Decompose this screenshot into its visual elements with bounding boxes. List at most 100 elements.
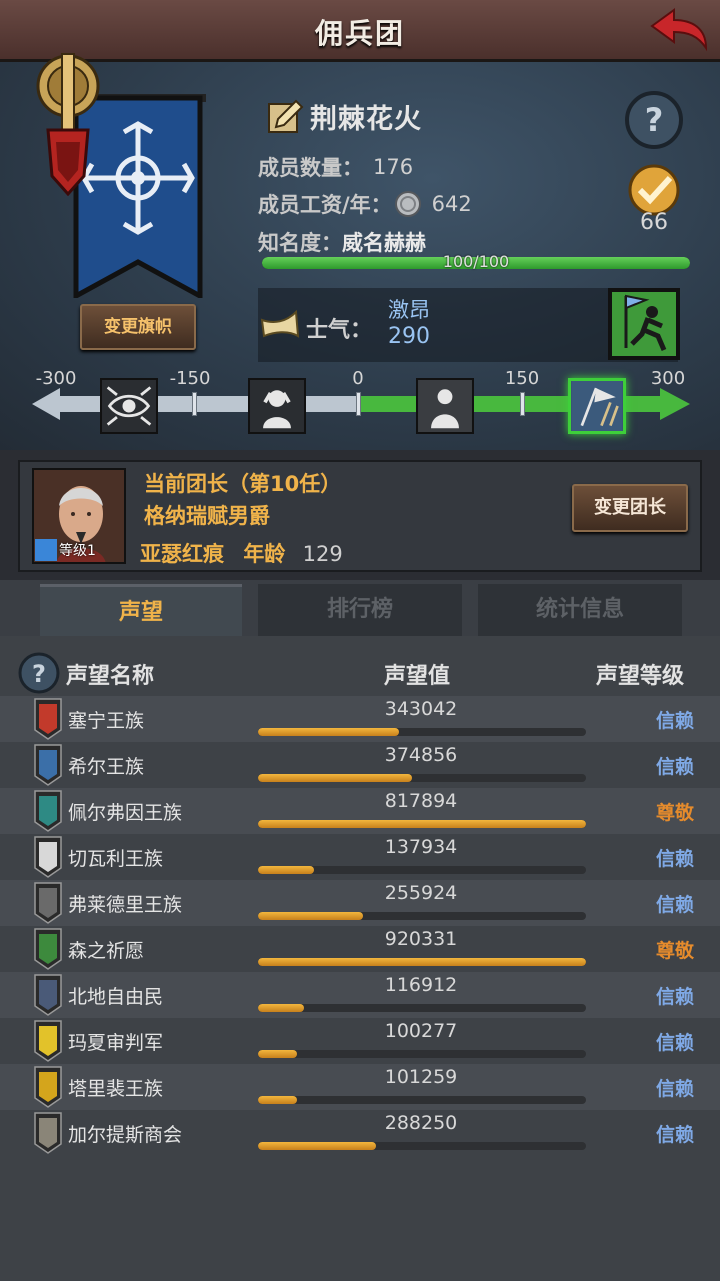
reputation-row[interactable]: 佩尔弗因王族 817894 尊敬 xyxy=(0,788,720,834)
member-count-value: 176 xyxy=(373,155,414,179)
back-arrow-icon[interactable] xyxy=(648,6,710,52)
scale-arrow-right xyxy=(660,388,690,420)
morale-flag-runner-icon[interactable] xyxy=(608,288,680,360)
faction-value: 920331 xyxy=(384,928,458,950)
reputation-row[interactable]: 希尔王族 374856 信赖 xyxy=(0,742,720,788)
faction-progress-bar xyxy=(258,774,586,782)
faction-progress-fill xyxy=(258,728,400,736)
leader-portrait[interactable]: 等级1 xyxy=(32,468,126,564)
faction-progress-bar xyxy=(258,1050,586,1058)
faction-name: 希尔王族 xyxy=(68,756,145,778)
reputation-list: 塞宁王族 343042 信赖 希尔王族 374856 信赖 佩尔弗因王族 817894 尊敬 切瓦… xyxy=(0,696,720,1156)
svg-text:?: ? xyxy=(645,101,664,139)
flag-icon[interactable] xyxy=(568,378,626,434)
reputation-row[interactable]: 加尔提斯商会 288250 信赖 xyxy=(0,1110,720,1156)
faction-shield-icon xyxy=(34,698,62,740)
faction-progress-fill xyxy=(258,1050,298,1058)
guild-name: 荆棘花火 xyxy=(310,103,422,135)
rank-badge[interactable]: 66 xyxy=(620,162,688,238)
salary-label: 成员工资/年： xyxy=(258,193,392,217)
faction-value: 137934 xyxy=(384,836,458,858)
scale-tick xyxy=(356,392,361,416)
reputation-row[interactable]: 塞宁王族 343042 信赖 xyxy=(0,696,720,742)
faction-shield-icon xyxy=(34,974,62,1016)
faction-value: 817894 xyxy=(384,790,458,812)
leader-age-label: 年龄 xyxy=(243,542,286,566)
faction-value: 374856 xyxy=(384,744,458,766)
faction-progress-fill xyxy=(258,1004,304,1012)
eye-icon[interactable] xyxy=(100,378,158,434)
help-question-icon[interactable]: ? xyxy=(18,652,60,694)
scale-label-neg150: -150 xyxy=(169,368,211,389)
faction-shield-icon xyxy=(34,744,62,786)
morale-label: 士气： xyxy=(306,318,373,343)
tab-ranking[interactable]: 排行榜 xyxy=(258,584,462,636)
member-count-label: 成员数量： xyxy=(258,156,363,180)
change-leader-button[interactable]: 变更团长 xyxy=(572,484,688,532)
faction-name: 佩尔弗因王族 xyxy=(68,802,183,824)
leader-info: 亚瑟红痕 年龄 129 xyxy=(140,538,343,568)
faction-level: 信赖 xyxy=(655,756,694,778)
reputation-row[interactable]: 弗莱德里王族 255924 信赖 xyxy=(0,880,720,926)
reputation-row[interactable]: 北地自由民 116912 信赖 xyxy=(0,972,720,1018)
faction-progress-bar xyxy=(258,728,586,736)
change-banner-button[interactable]: 变更旗帜 xyxy=(80,304,196,350)
faction-value: 343042 xyxy=(384,698,458,720)
scale-label-min: -300 xyxy=(35,368,77,389)
morale-state: 激昂 xyxy=(388,298,430,322)
faction-level: 信赖 xyxy=(655,1032,694,1054)
faction-shield-icon xyxy=(34,1112,62,1154)
reputation-row[interactable]: 塔里裴王族 101259 信赖 xyxy=(0,1064,720,1110)
tab-statistics[interactable]: 统计信息 xyxy=(478,584,682,636)
sword-emblem-icon xyxy=(36,53,100,196)
faction-name: 塔里裴王族 xyxy=(68,1078,164,1100)
faction-name: 加尔提斯商会 xyxy=(68,1124,183,1146)
reputation-row[interactable]: 森之祈愿 920331 尊敬 xyxy=(0,926,720,972)
faction-progress-fill xyxy=(258,774,413,782)
faction-progress-fill xyxy=(258,912,363,920)
help-question-icon[interactable]: ? xyxy=(624,90,684,150)
faction-progress-bar xyxy=(258,1142,586,1150)
morale-value: 290 xyxy=(388,324,430,349)
faction-name: 北地自由民 xyxy=(68,986,164,1008)
faction-name: 森之祈愿 xyxy=(68,940,145,962)
edit-name-icon[interactable] xyxy=(266,97,304,135)
leader-level: 等级1 xyxy=(59,543,96,559)
faction-shield-icon xyxy=(34,790,62,832)
rank-badge-value: 66 xyxy=(640,210,668,235)
faction-level: 尊敬 xyxy=(655,940,694,962)
column-header-value: 声望值 xyxy=(384,664,451,689)
faction-name: 弗莱德里王族 xyxy=(68,894,183,916)
faction-name: 玛夏审判军 xyxy=(68,1032,164,1054)
reputation-row[interactable]: 玛夏审判军 100277 信赖 xyxy=(0,1018,720,1064)
tab-bar: 声望 排行榜 统计信息 xyxy=(0,580,720,636)
faction-level: 信赖 xyxy=(655,1124,694,1146)
faction-progress-fill xyxy=(258,820,586,828)
sword-class-icon xyxy=(35,539,57,561)
svg-text:?: ? xyxy=(32,660,46,688)
leader-panel: 等级1 当前团长（第10任） 格纳瑞赋男爵 亚瑟红痕 年龄 129 变更团长 xyxy=(18,460,702,572)
despair-icon[interactable] xyxy=(248,378,306,434)
leader-origin: 亚瑟红痕 xyxy=(140,542,224,566)
faction-progress-bar xyxy=(258,1096,586,1104)
faction-value: 255924 xyxy=(384,882,458,904)
faction-level: 信赖 xyxy=(655,710,694,732)
faction-progress-bar xyxy=(258,912,586,920)
faction-level: 信赖 xyxy=(655,986,694,1008)
reputation-row[interactable]: 切瓦利王族 137934 信赖 xyxy=(0,834,720,880)
member-count-row: 成员数量： 176 xyxy=(258,152,413,182)
morale-scale: -300 -150 0 150 300 xyxy=(0,362,720,447)
faction-value: 116912 xyxy=(384,974,458,996)
reputation-header: ? 声望名称 声望值 声望等级 xyxy=(0,648,720,696)
salary-row: 成员工资/年： 642 xyxy=(258,189,472,219)
horn-icon xyxy=(260,310,300,338)
faction-progress-bar xyxy=(258,958,586,966)
faction-progress-fill xyxy=(258,1142,377,1150)
faction-shield-icon xyxy=(34,836,62,878)
faction-shield-icon xyxy=(34,882,62,924)
fame-progress-text: 100/100 xyxy=(442,252,510,271)
leader-level-badge: 等级1 xyxy=(35,539,96,561)
column-header-name: 声望名称 xyxy=(66,664,155,689)
neutral-icon[interactable] xyxy=(416,378,474,434)
tab-reputation[interactable]: 声望 xyxy=(40,584,242,636)
